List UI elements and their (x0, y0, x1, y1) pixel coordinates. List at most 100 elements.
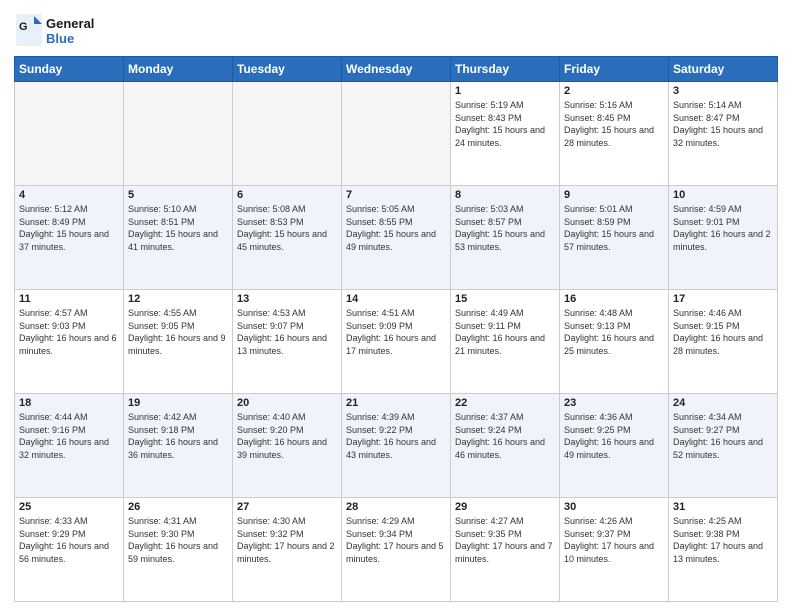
calendar-cell: 14Sunrise: 4:51 AMSunset: 9:09 PMDayligh… (342, 290, 451, 394)
calendar-cell: 25 Sunrise: 4:33 AMSunset: 9:29 PMDayligh… (15, 498, 124, 602)
calendar-cell: 21 Sunrise: 4:39 AMSunset: 9:22 PMDayligh… (342, 394, 451, 498)
day-detail: Sunrise: 4:44 AMSunset: 9:16 PMDaylight:… (19, 411, 119, 461)
day-detail: Sunrise: 4:30 AMSunset: 9:32 PMDaylight:… (237, 515, 337, 565)
calendar-cell (15, 82, 124, 186)
day-number: 23 (564, 397, 664, 409)
calendar-cell: 24 Sunrise: 4:34 AMSunset: 9:27 PMDayligh… (669, 394, 778, 498)
calendar-cell (342, 82, 451, 186)
calendar-cell: 30Sunrise: 4:26 AMSunset: 9:37 PMDayligh… (560, 498, 669, 602)
day-detail: Sunrise: 4:48 AMSunset: 9:13 PMDaylight:… (564, 307, 664, 357)
day-number: 11 (19, 293, 119, 305)
weekday-header: Monday (124, 57, 233, 82)
calendar-cell: 7 Sunrise: 5:05 AMSunset: 8:55 PMDaylight… (342, 186, 451, 290)
day-number: 26 (128, 501, 228, 513)
day-detail: Sunrise: 5:14 AMSunset: 8:47 PMDaylight:… (673, 99, 773, 149)
day-number: 13 (237, 293, 337, 305)
day-detail: Sunrise: 4:29 AMSunset: 9:34 PMDaylight:… (346, 515, 446, 565)
day-number: 28 (346, 501, 446, 513)
weekday-header: Saturday (669, 57, 778, 82)
day-number: 29 (455, 501, 555, 513)
day-detail: Sunrise: 4:46 AMSunset: 9:15 PMDaylight:… (673, 307, 773, 357)
day-number: 9 (564, 189, 664, 201)
day-number: 7 (346, 189, 446, 201)
day-number: 14 (346, 293, 446, 305)
day-detail: Sunrise: 4:55 AMSunset: 9:05 PMDaylight:… (128, 307, 228, 357)
day-number: 30 (564, 501, 664, 513)
calendar-cell: 12 Sunrise: 4:55 AMSunset: 9:05 PMDayligh… (124, 290, 233, 394)
calendar-cell: 22Sunrise: 4:37 AMSunset: 9:24 PMDayligh… (451, 394, 560, 498)
calendar-cell (124, 82, 233, 186)
day-number: 5 (128, 189, 228, 201)
day-number: 4 (19, 189, 119, 201)
calendar-cell: 6 Sunrise: 5:08 AMSunset: 8:53 PMDaylight… (233, 186, 342, 290)
day-detail: Sunrise: 4:39 AMSunset: 9:22 PMDaylight:… (346, 411, 446, 461)
day-detail: Sunrise: 4:27 AMSunset: 9:35 PMDaylight:… (455, 515, 555, 565)
day-detail: Sunrise: 5:05 AMSunset: 8:55 PMDaylight:… (346, 203, 446, 253)
day-detail: Sunrise: 4:34 AMSunset: 9:27 PMDaylight:… (673, 411, 773, 461)
logo: General Blue G (14, 10, 104, 50)
calendar-cell (233, 82, 342, 186)
svg-text:G: G (19, 21, 28, 33)
day-detail: Sunrise: 4:57 AMSunset: 9:03 PMDaylight:… (19, 307, 119, 357)
calendar-week-row: 25 Sunrise: 4:33 AMSunset: 9:29 PMDayligh… (15, 498, 778, 602)
day-number: 8 (455, 189, 555, 201)
calendar-cell: 8 Sunrise: 5:03 AMSunset: 8:57 PMDaylight… (451, 186, 560, 290)
day-number: 22 (455, 397, 555, 409)
calendar-week-row: 1 Sunrise: 5:19 AMSunset: 8:43 PMDaylight… (15, 82, 778, 186)
calendar-cell: 15 Sunrise: 4:49 AMSunset: 9:11 PMDayligh… (451, 290, 560, 394)
calendar-cell: 2Sunrise: 5:16 AMSunset: 8:45 PMDaylight… (560, 82, 669, 186)
weekday-header-row: SundayMondayTuesdayWednesdayThursdayFrid… (15, 57, 778, 82)
calendar-cell: 9 Sunrise: 5:01 AMSunset: 8:59 PMDaylight… (560, 186, 669, 290)
day-detail: Sunrise: 4:25 AMSunset: 9:38 PMDaylight:… (673, 515, 773, 565)
logo-svg: General Blue G (14, 10, 104, 50)
calendar-cell: 11 Sunrise: 4:57 AMSunset: 9:03 PMDayligh… (15, 290, 124, 394)
calendar-week-row: 4 Sunrise: 5:12 AMSunset: 8:49 PMDaylight… (15, 186, 778, 290)
day-detail: Sunrise: 5:03 AMSunset: 8:57 PMDaylight:… (455, 203, 555, 253)
day-number: 15 (455, 293, 555, 305)
day-number: 25 (19, 501, 119, 513)
day-detail: Sunrise: 5:10 AMSunset: 8:51 PMDaylight:… (128, 203, 228, 253)
day-number: 31 (673, 501, 773, 513)
weekday-header: Wednesday (342, 57, 451, 82)
day-number: 17 (673, 293, 773, 305)
day-detail: Sunrise: 4:53 AMSunset: 9:07 PMDaylight:… (237, 307, 337, 357)
calendar-table: SundayMondayTuesdayWednesdayThursdayFrid… (14, 56, 778, 602)
day-detail: Sunrise: 5:01 AMSunset: 8:59 PMDaylight:… (564, 203, 664, 253)
calendar-cell: 5 Sunrise: 5:10 AMSunset: 8:51 PMDaylight… (124, 186, 233, 290)
calendar-cell: 13 Sunrise: 4:53 AMSunset: 9:07 PMDayligh… (233, 290, 342, 394)
day-detail: Sunrise: 5:12 AMSunset: 8:49 PMDaylight:… (19, 203, 119, 253)
day-number: 6 (237, 189, 337, 201)
day-detail: Sunrise: 4:31 AMSunset: 9:30 PMDaylight:… (128, 515, 228, 565)
day-detail: Sunrise: 4:36 AMSunset: 9:25 PMDaylight:… (564, 411, 664, 461)
day-number: 24 (673, 397, 773, 409)
calendar-week-row: 18Sunrise: 4:44 AMSunset: 9:16 PMDayligh… (15, 394, 778, 498)
calendar-cell: 4 Sunrise: 5:12 AMSunset: 8:49 PMDaylight… (15, 186, 124, 290)
weekday-header: Friday (560, 57, 669, 82)
calendar-cell: 10Sunrise: 4:59 AMSunset: 9:01 PMDayligh… (669, 186, 778, 290)
weekday-header: Sunday (15, 57, 124, 82)
calendar-cell: 19 Sunrise: 4:42 AMSunset: 9:18 PMDayligh… (124, 394, 233, 498)
day-number: 16 (564, 293, 664, 305)
svg-text:Blue: Blue (46, 31, 74, 46)
calendar-cell: 28 Sunrise: 4:29 AMSunset: 9:34 PMDayligh… (342, 498, 451, 602)
svg-text:General: General (46, 16, 94, 31)
day-detail: Sunrise: 4:42 AMSunset: 9:18 PMDaylight:… (128, 411, 228, 461)
calendar-cell: 27Sunrise: 4:30 AMSunset: 9:32 PMDayligh… (233, 498, 342, 602)
calendar-cell: 29 Sunrise: 4:27 AMSunset: 9:35 PMDayligh… (451, 498, 560, 602)
calendar-cell: 23 Sunrise: 4:36 AMSunset: 9:25 PMDayligh… (560, 394, 669, 498)
weekday-header: Thursday (451, 57, 560, 82)
day-detail: Sunrise: 4:59 AMSunset: 9:01 PMDaylight:… (673, 203, 773, 253)
calendar-cell: 31 Sunrise: 4:25 AMSunset: 9:38 PMDayligh… (669, 498, 778, 602)
day-detail: Sunrise: 5:08 AMSunset: 8:53 PMDaylight:… (237, 203, 337, 253)
day-number: 19 (128, 397, 228, 409)
day-number: 12 (128, 293, 228, 305)
day-detail: Sunrise: 4:33 AMSunset: 9:29 PMDaylight:… (19, 515, 119, 565)
day-number: 20 (237, 397, 337, 409)
day-detail: Sunrise: 5:19 AMSunset: 8:43 PMDaylight:… (455, 99, 555, 149)
calendar-cell: 16 Sunrise: 4:48 AMSunset: 9:13 PMDayligh… (560, 290, 669, 394)
calendar-week-row: 11 Sunrise: 4:57 AMSunset: 9:03 PMDayligh… (15, 290, 778, 394)
day-number: 1 (455, 85, 555, 97)
calendar-cell: 20Sunrise: 4:40 AMSunset: 9:20 PMDayligh… (233, 394, 342, 498)
day-detail: Sunrise: 4:49 AMSunset: 9:11 PMDaylight:… (455, 307, 555, 357)
day-number: 21 (346, 397, 446, 409)
